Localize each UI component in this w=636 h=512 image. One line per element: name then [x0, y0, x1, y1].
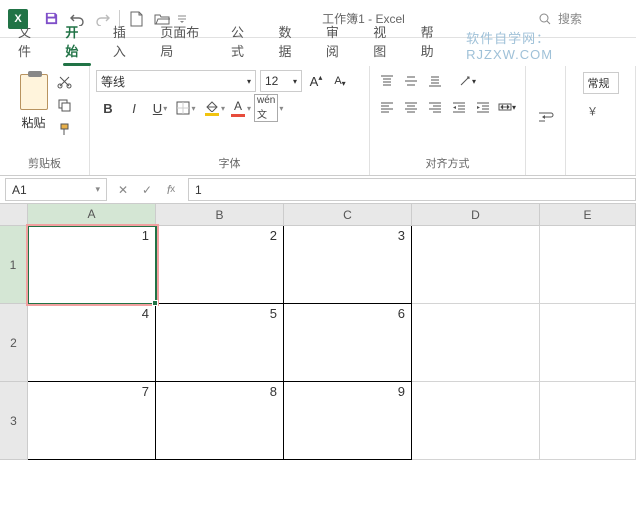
wrap-text-button[interactable]: [535, 107, 557, 129]
column-header-a[interactable]: A: [28, 204, 156, 226]
alignment-group: ▾ ▾ 对齐方式: [370, 66, 526, 175]
align-middle-button[interactable]: [400, 70, 422, 92]
name-box-value: A1: [12, 183, 27, 197]
number-format-select[interactable]: 常规: [583, 72, 619, 94]
wrap-group-label: [532, 157, 559, 173]
cell-d2[interactable]: [412, 304, 540, 382]
underline-button[interactable]: U▾: [148, 96, 172, 120]
tab-help[interactable]: 帮助: [409, 16, 456, 66]
tab-review[interactable]: 审阅: [314, 16, 361, 66]
font-family-select[interactable]: 等线 ▾: [96, 70, 256, 92]
align-right-button[interactable]: [424, 96, 446, 118]
cell-e3[interactable]: [540, 382, 636, 460]
font-family-value: 等线: [101, 73, 125, 90]
cell-b2[interactable]: 5: [156, 304, 284, 382]
clipboard-group-label: 剪贴板: [6, 153, 83, 173]
cell-c1[interactable]: 3: [284, 226, 412, 304]
cell-e2[interactable]: [540, 304, 636, 382]
bold-button[interactable]: B: [96, 96, 120, 120]
currency-button[interactable]: ￥: [583, 100, 605, 122]
paste-label: 粘贴: [21, 114, 45, 131]
chevron-down-icon: ▾: [293, 77, 297, 86]
column-header-b[interactable]: B: [156, 204, 284, 226]
cell-d1[interactable]: [412, 226, 540, 304]
column-headers: A B C D E: [28, 204, 636, 226]
decrease-indent-button[interactable]: [448, 96, 470, 118]
ribbon-tabs: 文件 开始 插入 页面布局 公式 数据 审阅 视图 帮助 软件自学网：RJZXW…: [0, 38, 636, 66]
merge-button[interactable]: ▾: [496, 96, 518, 118]
align-top-button[interactable]: [376, 70, 398, 92]
font-size-select[interactable]: 12 ▾: [260, 70, 302, 92]
number-format-value: 常规: [588, 75, 610, 91]
cell-c2[interactable]: 6: [284, 304, 412, 382]
chevron-down-icon: ▾: [247, 77, 251, 86]
align-bottom-button[interactable]: [424, 70, 446, 92]
tab-formulas[interactable]: 公式: [219, 16, 266, 66]
svg-text:￥: ￥: [587, 106, 598, 118]
font-group: 等线 ▾ 12 ▾ A▴ A▾ B I U▾ ▾ ▾ A▾ wén文▾ 字体: [90, 66, 370, 175]
row-header-2[interactable]: 2: [0, 304, 28, 382]
decrease-font-button[interactable]: A▾: [330, 70, 350, 92]
cell-a1[interactable]: 1: [28, 226, 156, 304]
italic-button[interactable]: I: [122, 96, 146, 120]
font-color-button[interactable]: A▾: [226, 96, 250, 120]
chevron-down-icon: ▾: [95, 184, 100, 195]
row-headers: 1 2 3: [0, 226, 28, 460]
cancel-formula-button[interactable]: ✕: [112, 179, 134, 201]
tab-view[interactable]: 视图: [361, 16, 408, 66]
clipboard-group: 粘贴 剪贴板: [0, 66, 90, 175]
cell-b3[interactable]: 8: [156, 382, 284, 460]
tab-insert[interactable]: 插入: [101, 16, 148, 66]
alignment-group-label: 对齐方式: [376, 153, 519, 173]
formula-bar-row: A1 ▾ ✕ ✓ fx 1: [0, 176, 636, 204]
cut-button[interactable]: [56, 72, 74, 90]
increase-indent-button[interactable]: [472, 96, 494, 118]
cell-e1[interactable]: [540, 226, 636, 304]
fx-button[interactable]: fx: [160, 179, 182, 201]
row-header-3[interactable]: 3: [0, 382, 28, 460]
column-header-c[interactable]: C: [284, 204, 412, 226]
tab-data[interactable]: 数据: [266, 16, 313, 66]
excel-app-icon: X: [8, 9, 28, 29]
orientation-button[interactable]: ▾: [456, 70, 478, 92]
row-header-1[interactable]: 1: [0, 226, 28, 304]
cell-c3[interactable]: 9: [284, 382, 412, 460]
cell-d3[interactable]: [412, 382, 540, 460]
paste-icon: [20, 74, 48, 110]
align-center-button[interactable]: [400, 96, 422, 118]
border-button[interactable]: ▾: [174, 96, 198, 120]
number-group: 常规 ￥: [566, 66, 636, 175]
tab-home[interactable]: 开始: [53, 16, 100, 66]
increase-font-button[interactable]: A▴: [306, 70, 326, 92]
column-header-d[interactable]: D: [412, 204, 540, 226]
font-size-value: 12: [265, 74, 278, 88]
ribbon: 粘贴 剪贴板 等线 ▾ 12 ▾ A▴ A▾: [0, 66, 636, 176]
fill-color-button[interactable]: ▾: [200, 96, 224, 120]
formula-bar-value: 1: [195, 183, 202, 197]
cell-a2[interactable]: 4: [28, 304, 156, 382]
watermark-text: 软件自学网：RJZXW.COM: [456, 24, 630, 66]
cell-a3[interactable]: 7: [28, 382, 156, 460]
formula-bar[interactable]: 1: [188, 178, 636, 201]
format-painter-button[interactable]: [56, 120, 74, 138]
column-header-e[interactable]: E: [540, 204, 636, 226]
phonetic-button[interactable]: wén文▾: [252, 96, 285, 120]
wrap-group: [526, 66, 566, 175]
copy-button[interactable]: [56, 96, 74, 114]
cells-area: 1 2 3 4 5 6 7 8 9: [28, 226, 636, 460]
fill-handle[interactable]: [152, 300, 158, 306]
name-box[interactable]: A1 ▾: [5, 178, 107, 201]
font-group-label: 字体: [96, 153, 363, 173]
tab-page-layout[interactable]: 页面布局: [148, 16, 219, 66]
select-all-corner[interactable]: [0, 204, 28, 226]
align-left-button[interactable]: [376, 96, 398, 118]
paste-button[interactable]: 粘贴: [16, 70, 52, 135]
accept-formula-button[interactable]: ✓: [136, 179, 158, 201]
cell-b1[interactable]: 2: [156, 226, 284, 304]
number-group-label: [572, 157, 629, 173]
